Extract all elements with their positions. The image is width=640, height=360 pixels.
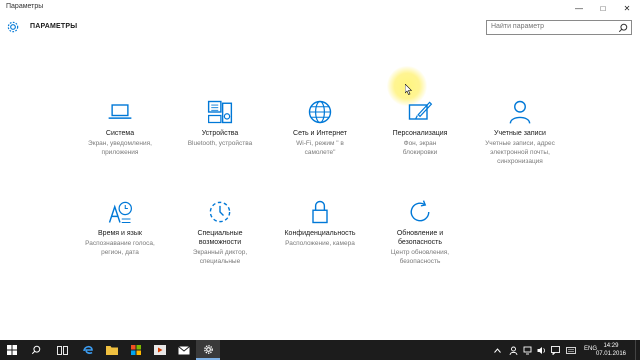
task-view-icon (56, 345, 68, 355)
task-view-button[interactable] (50, 340, 74, 360)
tile-description: Bluetooth, устройства (187, 140, 253, 147)
tile-name: Учетные записи (494, 130, 546, 137)
window-title: Параметры (6, 3, 44, 10)
search-icon (31, 345, 41, 355)
gear-icon (7, 21, 19, 33)
close-button[interactable]: ✕ (616, 0, 638, 16)
tile-accessibility[interactable]: Специальные возможности Экранный диктор,… (176, 198, 264, 278)
keyboard-icon (566, 346, 576, 354)
search-input[interactable] (491, 23, 611, 30)
clock-time: 14:29 (603, 343, 619, 349)
mail-button[interactable] (172, 340, 196, 360)
search-icon[interactable] (618, 23, 628, 33)
clock[interactable]: 14:29 07.01.2016 (596, 342, 626, 358)
volume-icon (537, 346, 545, 354)
update-icon (410, 200, 430, 222)
lock-icon (312, 200, 328, 224)
tile-name: Сеть и Интернет (293, 130, 347, 137)
settings-icon (203, 344, 213, 354)
personalization-icon (408, 101, 433, 120)
tile-time-language[interactable]: Время и язык Распознавание голоса, регио… (76, 198, 164, 278)
people-icon (509, 346, 517, 355)
notification-tray-button[interactable] (550, 344, 560, 356)
store-icon (131, 345, 141, 355)
tile-description: Распознавание голоса, регион, дата (85, 240, 155, 256)
maximize-button[interactable]: □ (592, 0, 614, 16)
tile-devices[interactable]: Устройства Bluetooth, устройства (176, 98, 264, 178)
keyboard-tray-button[interactable] (566, 344, 576, 356)
laptop-icon (108, 104, 132, 119)
mail-icon (178, 345, 190, 354)
explorer-icon (106, 346, 118, 355)
time-language-icon (108, 201, 132, 224)
globe-icon (308, 100, 332, 124)
settings-taskbar-button[interactable] (196, 340, 220, 360)
chevron-up-icon (493, 347, 501, 353)
clock-date: 07.01.2016 (595, 351, 626, 357)
media-button[interactable] (148, 340, 172, 360)
tile-update-security[interactable]: Обновление и безопасность Центр обновлен… (376, 198, 464, 278)
tile-description: Расположение, камера (285, 240, 355, 247)
tile-name: Обновление и безопасность (396, 230, 444, 246)
mouse-pointer-icon (405, 84, 412, 95)
tile-name: Система (105, 130, 135, 137)
explorer-button[interactable] (100, 340, 124, 360)
tile-name: Конфиденциальность (284, 230, 356, 237)
start-button[interactable] (0, 340, 24, 360)
tile-name: Персонализация (392, 130, 448, 137)
tile-name: Специальные возможности (197, 230, 243, 246)
accessibility-icon (209, 201, 231, 223)
tile-name: Время и язык (98, 230, 142, 237)
edge-icon (83, 345, 93, 354)
title-bar: Параметры — □ ✕ (0, 0, 640, 16)
search-box[interactable] (486, 20, 632, 35)
tile-description: Центр обновления, безопасность (390, 249, 450, 265)
tile-description: Wi-Fi, режим " в самолете" (296, 140, 344, 156)
taskbar: ENG 14:29 07.01.2016 (0, 340, 640, 360)
network-icon (523, 346, 531, 354)
taskbar-search-button[interactable] (24, 340, 48, 360)
tile-description: Учетные записи, адрес электронной почты,… (485, 140, 555, 165)
page-title: ПАРАМЕТРЫ (30, 23, 78, 30)
tile-personalization[interactable]: Персонализация Фон, экран блокировки (376, 98, 464, 178)
devices-icon (207, 100, 233, 124)
tile-description: Экран, уведомления, приложения (88, 140, 152, 156)
show-desktop-button[interactable] (635, 340, 640, 360)
minimize-button[interactable]: — (568, 0, 590, 16)
people-tray-button[interactable] (508, 344, 518, 356)
start-icon (7, 345, 17, 355)
network-tray-button[interactable] (522, 344, 532, 356)
tile-name: Устройства (201, 130, 239, 137)
edge-button[interactable] (76, 340, 100, 360)
tile-accounts[interactable]: Учетные записи Учетные записи, адрес эле… (476, 98, 564, 178)
tile-network[interactable]: Сеть и Интернет Wi-Fi, режим " в самолет… (276, 98, 364, 178)
user-icon (509, 100, 531, 124)
tile-system[interactable]: Система Экран, уведомления, приложения (76, 98, 164, 178)
message-icon (550, 345, 560, 355)
store-button[interactable] (124, 340, 148, 360)
tile-description: Экранный диктор, специальные (192, 249, 248, 265)
tray-overflow-button[interactable] (492, 344, 502, 356)
volume-tray-button[interactable] (536, 344, 546, 356)
media-icon (154, 345, 166, 355)
tile-description: Фон, экран блокировки (402, 140, 438, 156)
tile-privacy[interactable]: Конфиденциальность Расположение, камера (276, 198, 364, 278)
